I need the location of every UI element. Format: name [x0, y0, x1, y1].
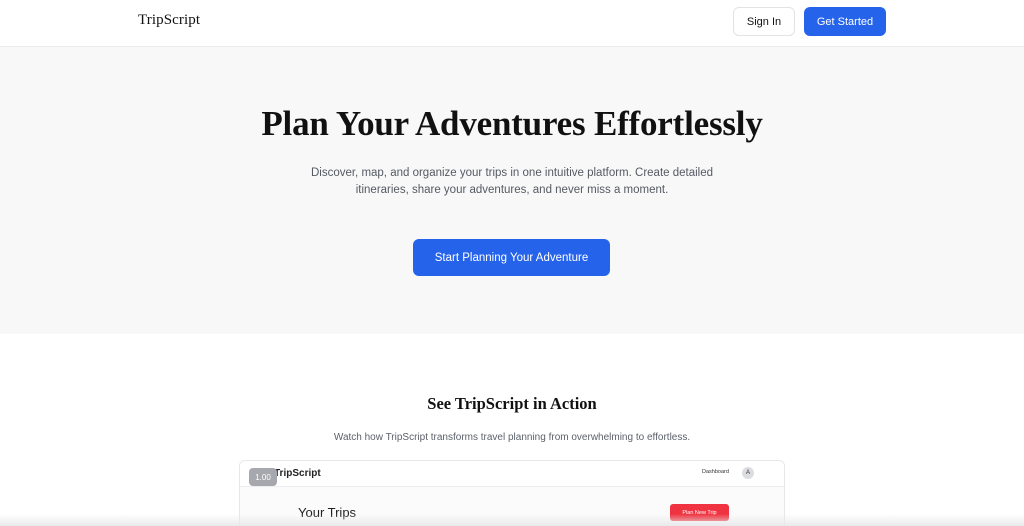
demo-subtitle: Watch how TripScript transforms travel p…: [333, 432, 691, 443]
preview-dashboard-link: Dashboard: [702, 469, 729, 475]
get-started-button[interactable]: Get Started: [804, 7, 886, 36]
sign-in-button[interactable]: Sign In: [733, 7, 795, 36]
brand-logo[interactable]: TripScript: [138, 12, 200, 29]
hero-section: Plan Your Adventures Effortlessly Discov…: [0, 47, 1024, 334]
start-planning-button[interactable]: Start Planning Your Adventure: [413, 239, 610, 276]
playback-speed-badge[interactable]: 1.00: [249, 468, 277, 486]
hero-subtitle: Discover, map, and organize your trips i…: [310, 167, 714, 196]
hero-title: Plan Your Adventures Effortlessly: [261, 104, 763, 143]
preview-brand: TripScript: [274, 468, 321, 479]
demo-title: See TripScript in Action: [427, 394, 597, 413]
preview-avatar: A: [742, 467, 754, 479]
bottom-fade: [0, 514, 1024, 526]
preview-nav: TripScript Dashboard A: [240, 461, 784, 487]
top-nav: TripScript Sign In Get Started: [0, 0, 1024, 47]
